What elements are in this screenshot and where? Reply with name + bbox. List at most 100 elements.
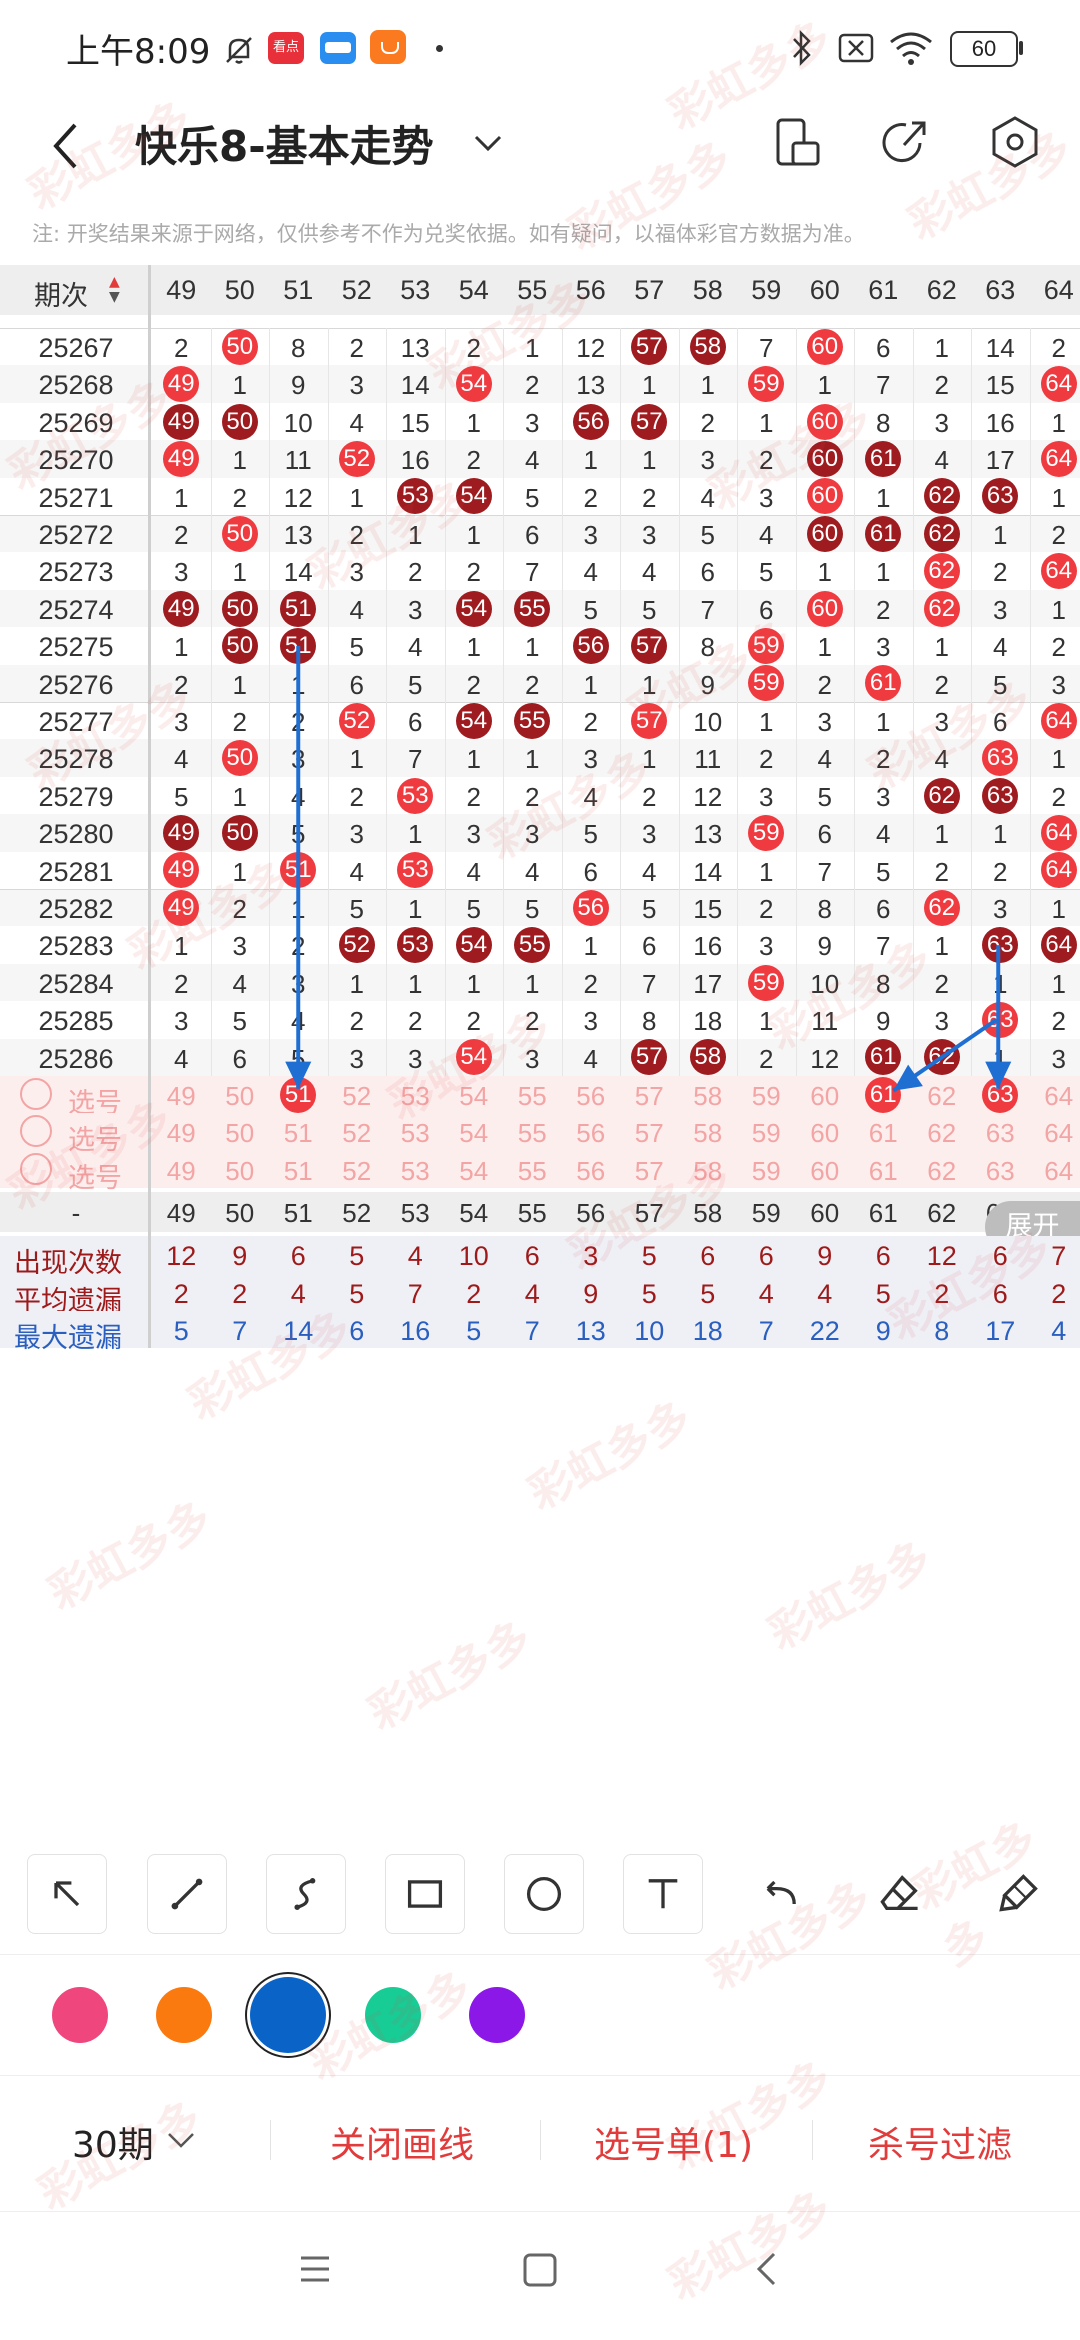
select-radio[interactable] <box>20 1115 52 1148</box>
selectable-number[interactable]: 57 <box>620 1081 679 1112</box>
omission-value: 11 <box>694 744 722 775</box>
selection-list-button[interactable]: 选号单(1) <box>594 2116 753 2168</box>
stats-value: 22 <box>809 1316 840 1346</box>
column-footer: 61 <box>868 1198 898 1229</box>
color-swatch[interactable] <box>250 1977 326 2053</box>
color-swatch[interactable] <box>52 1987 108 2043</box>
filter-button[interactable]: 杀号过滤 <box>868 2116 1012 2168</box>
rectangle-tool-button[interactable] <box>385 1854 465 1934</box>
selectable-number[interactable]: 58 <box>679 1156 738 1187</box>
clear-brush-button[interactable] <box>980 1854 1058 1932</box>
column-header: 62 <box>926 275 957 305</box>
selectable-number[interactable]: 61 <box>854 1156 913 1187</box>
selectable-number[interactable]: 52 <box>328 1156 387 1187</box>
selectable-number[interactable]: 52 <box>328 1118 387 1149</box>
selectable-number[interactable]: 54 <box>445 1081 504 1112</box>
color-swatch[interactable] <box>365 1987 421 2043</box>
drawn-number-ball: 62 <box>923 777 960 814</box>
selectable-number[interactable]: 60 <box>796 1118 855 1149</box>
selectable-number[interactable]: 56 <box>562 1118 621 1149</box>
select-radio[interactable] <box>20 1077 52 1110</box>
drawn-number-ball: 62 <box>923 553 960 590</box>
selectable-number[interactable]: 50 <box>211 1156 270 1187</box>
selectable-number[interactable]: 49 <box>152 1118 211 1149</box>
selectable-number[interactable]: 55 <box>503 1156 562 1187</box>
selectable-number[interactable]: 51 <box>269 1156 328 1187</box>
selectable-number[interactable]: 62 <box>913 1156 972 1187</box>
selectable-number[interactable]: 58 <box>679 1081 738 1112</box>
selectable-number[interactable]: 64 <box>1030 1081 1080 1112</box>
settings-hexagon-icon[interactable] <box>990 115 1040 169</box>
selectable-number[interactable]: 60 <box>796 1081 855 1112</box>
selectable-number[interactable]: 60 <box>796 1156 855 1187</box>
selectable-number[interactable]: 49 <box>152 1156 211 1187</box>
selectable-number[interactable]: 51 <box>269 1118 328 1149</box>
period-selector[interactable]: 30期 <box>72 2116 154 2168</box>
selectable-number[interactable]: 54 <box>445 1156 504 1187</box>
stats-value: 5 <box>641 1278 657 1309</box>
page-title[interactable]: 快乐8-基本走势 <box>135 113 434 174</box>
undo-button[interactable] <box>742 1854 820 1932</box>
omission-value: 4 <box>993 632 1008 663</box>
color-swatch[interactable] <box>469 1987 525 2043</box>
menu-icon[interactable] <box>298 2252 332 2286</box>
omission-value: 2 <box>759 894 774 924</box>
selectable-number[interactable]: 55 <box>503 1081 562 1112</box>
selectable-number[interactable]: 55 <box>503 1118 562 1149</box>
home-icon[interactable] <box>522 2252 558 2288</box>
color-swatch[interactable] <box>156 1987 212 2043</box>
omission-value: 7 <box>408 744 423 775</box>
selectable-number[interactable]: 52 <box>328 1081 387 1112</box>
period-chevron-icon[interactable] <box>166 2130 196 2150</box>
back-nav-icon[interactable] <box>754 2250 778 2288</box>
dropdown-chevron-icon[interactable] <box>472 131 504 155</box>
selectable-number[interactable]: 53 <box>386 1081 445 1112</box>
omission-value: 1 <box>642 744 657 775</box>
selectable-number[interactable]: 53 <box>386 1156 445 1187</box>
selectable-number[interactable]: 63 <box>971 1156 1030 1187</box>
omission-value: 1 <box>817 632 832 663</box>
arrow-tool-button[interactable] <box>27 1854 107 1934</box>
share-icon[interactable] <box>882 117 930 167</box>
issue-number: 25278 <box>38 744 114 775</box>
selectable-number[interactable]: 64 <box>1030 1118 1080 1149</box>
omission-value: 2 <box>1051 520 1066 550</box>
selectable-number[interactable]: 62 <box>913 1081 972 1112</box>
issue-number: 25283 <box>38 931 114 962</box>
selectable-number[interactable]: 56 <box>562 1081 621 1112</box>
close-drawing-button[interactable]: 关闭画线 <box>330 2116 474 2168</box>
selectable-number[interactable]: 59 <box>737 1118 796 1149</box>
phone-layout-icon[interactable] <box>775 117 821 169</box>
selected-number-ball[interactable]: 51 <box>280 1076 317 1113</box>
selectable-number[interactable]: 63 <box>971 1118 1030 1149</box>
selectable-number[interactable]: 54 <box>445 1118 504 1149</box>
selectable-number[interactable]: 59 <box>737 1156 796 1187</box>
selectable-number[interactable]: 53 <box>386 1118 445 1149</box>
omission-value: 3 <box>934 407 949 438</box>
omission-value: 1 <box>876 482 891 513</box>
selectable-number[interactable]: 61 <box>854 1118 913 1149</box>
selectable-number[interactable]: 58 <box>679 1118 738 1149</box>
circle-tool-button[interactable] <box>504 1854 584 1934</box>
select-radio[interactable] <box>20 1152 52 1185</box>
selectable-number[interactable]: 59 <box>737 1081 796 1112</box>
selectable-number[interactable]: 57 <box>620 1156 679 1187</box>
text-tool-button[interactable] <box>623 1854 703 1934</box>
omission-value: 2 <box>525 781 540 812</box>
sort-icon[interactable]: ▲ ▼ <box>109 275 120 305</box>
selectable-number[interactable]: 57 <box>620 1118 679 1149</box>
back-icon[interactable] <box>48 121 82 171</box>
selectable-number[interactable]: 62 <box>913 1118 972 1149</box>
issue-column-header[interactable]: 期次 <box>0 274 122 313</box>
selectable-number[interactable]: 50 <box>211 1118 270 1149</box>
curve-tool-button[interactable] <box>266 1854 346 1934</box>
selectable-number[interactable]: 49 <box>152 1081 211 1112</box>
selectable-number[interactable]: 56 <box>562 1156 621 1187</box>
selectable-number[interactable]: 64 <box>1030 1156 1080 1187</box>
line-tool-button[interactable] <box>147 1854 227 1934</box>
omission-value: 2 <box>466 669 481 700</box>
selectable-number[interactable]: 50 <box>211 1081 270 1112</box>
selected-number-ball[interactable]: 63 <box>982 1076 1019 1113</box>
selected-number-ball[interactable]: 61 <box>865 1076 902 1113</box>
eraser-button[interactable] <box>861 1854 939 1932</box>
